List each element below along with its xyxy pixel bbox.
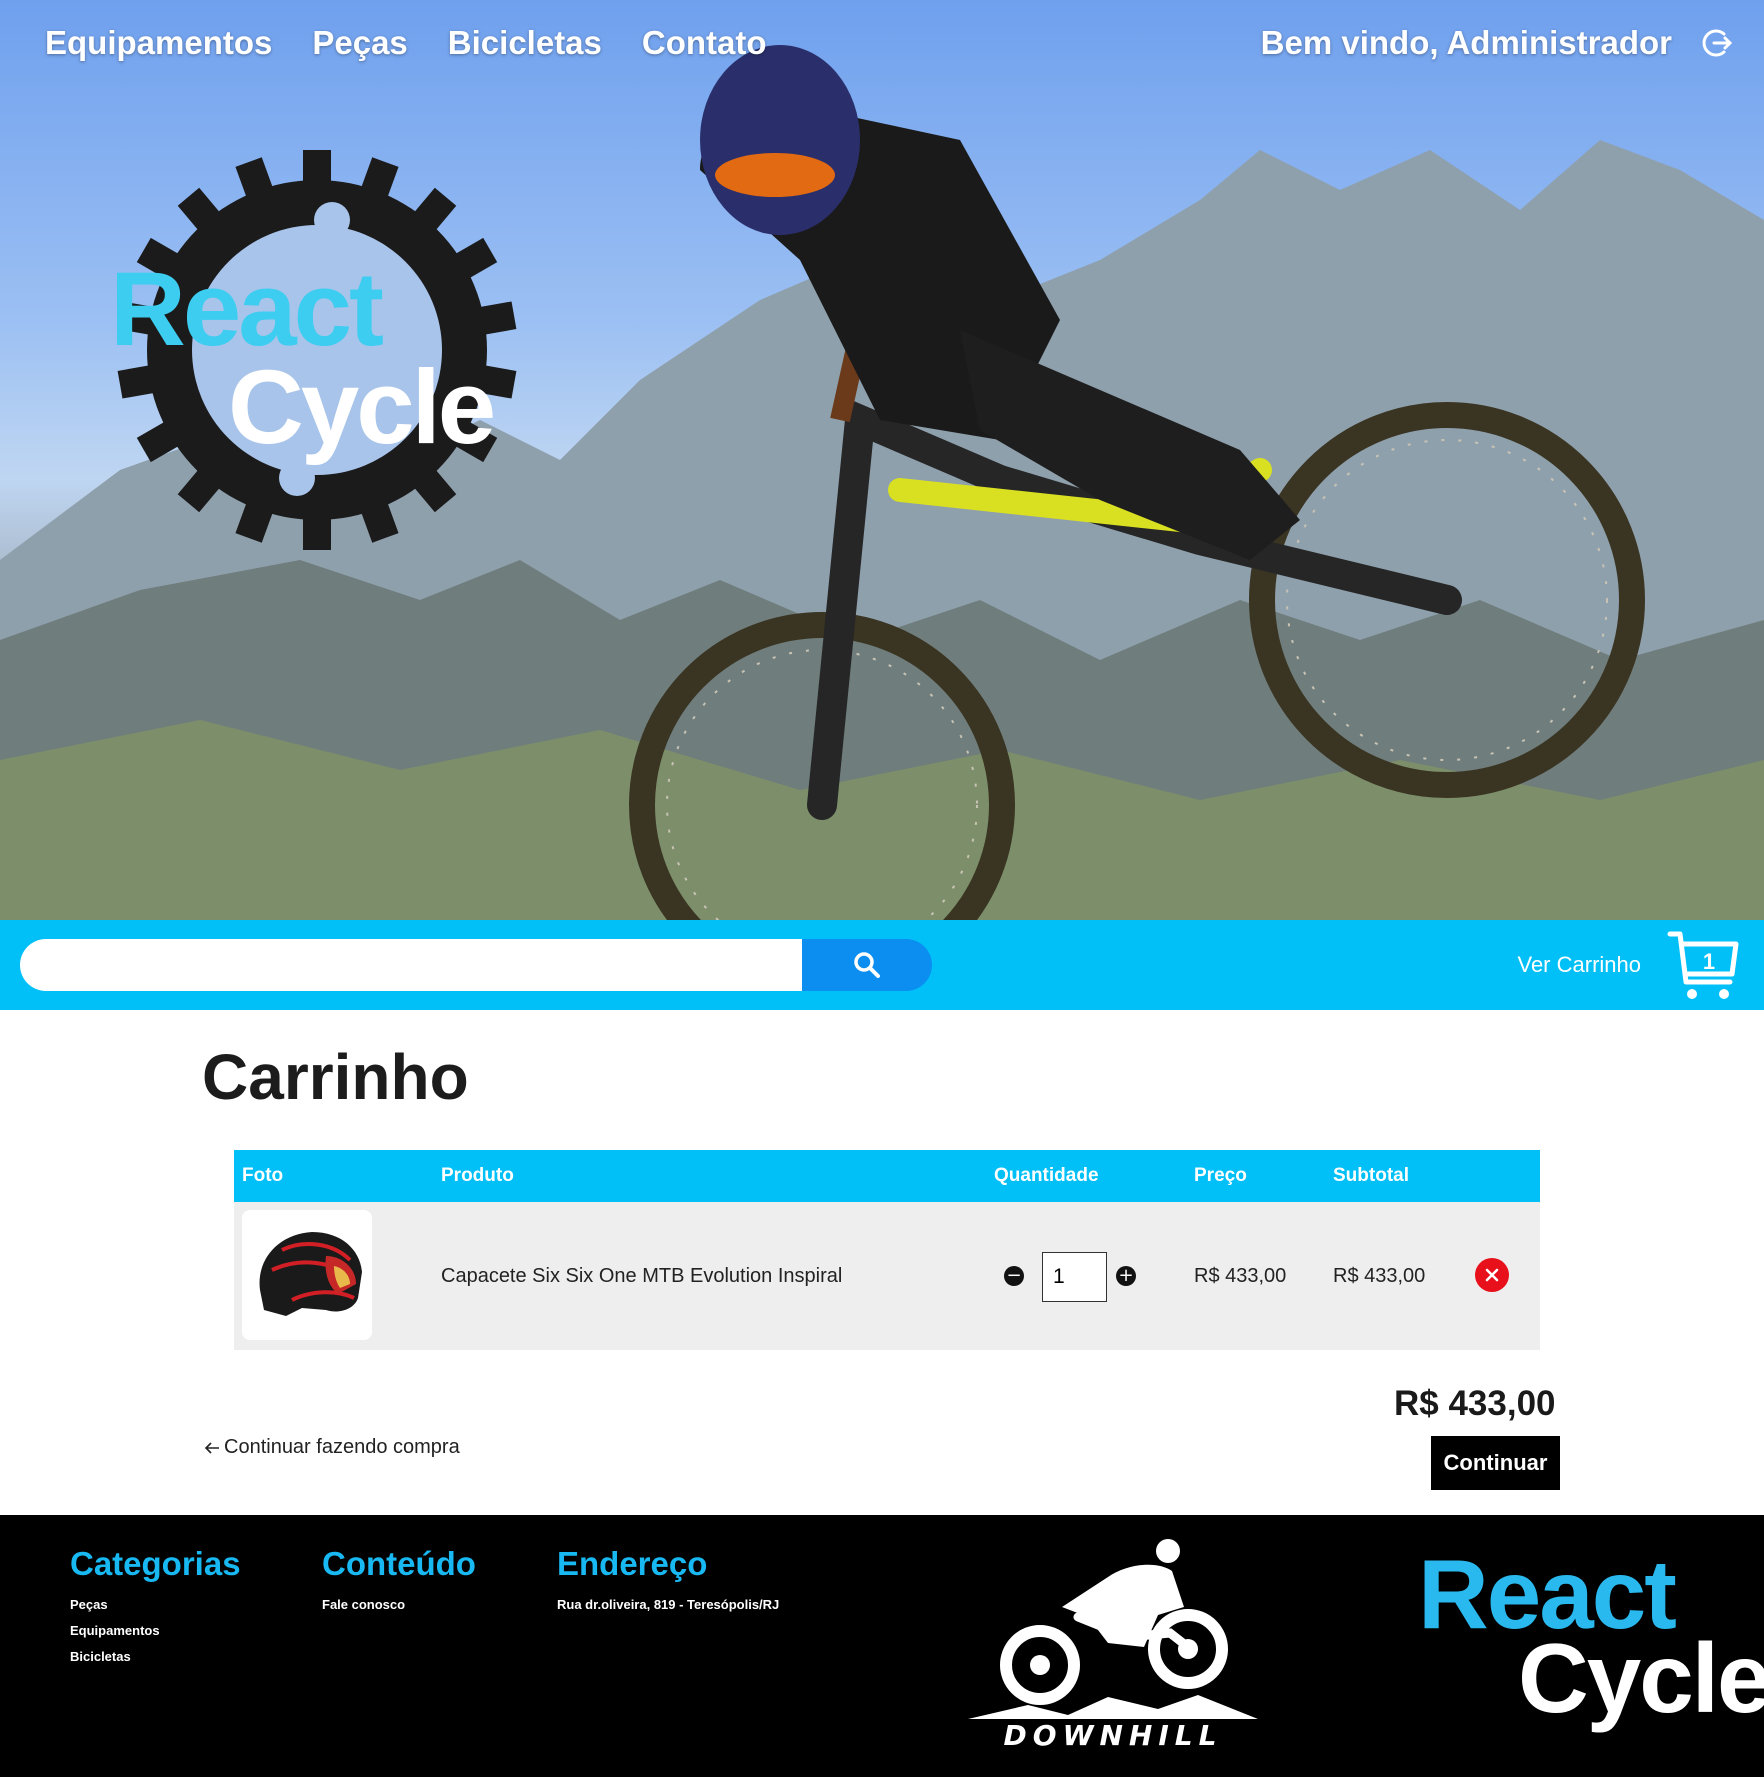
nav-item-contato[interactable]: Contato [642, 24, 767, 62]
continue-shopping-label: Continuar fazendo compra [224, 1436, 460, 1458]
column-header-quantidade: Quantidade [994, 1165, 1099, 1186]
item-price: R$ 433,00 [1194, 1265, 1287, 1287]
table-row: Capacete Six Six One MTB Evolution Inspi… [234, 1202, 1540, 1350]
footer-address: Rua dr.oliveira, 819 - Teresópolis/RJ [557, 1597, 780, 1612]
search-bar: Ver Carrinho 1 [0, 920, 1764, 1010]
downhill-text: DOWNHILL [1004, 1719, 1223, 1752]
footer-conteudo: Conteúdo Fale conosco [322, 1545, 476, 1623]
footer-link-bicicletas[interactable]: Bicicletas [70, 1649, 241, 1664]
footer-link-pecas[interactable]: Peças [70, 1597, 241, 1612]
arrow-left-icon [204, 1441, 219, 1454]
increase-quantity-button[interactable]: + [1116, 1266, 1136, 1286]
decrease-quantity-button[interactable]: − [1004, 1266, 1024, 1286]
search-button[interactable] [802, 939, 932, 991]
footer-link-fale-conosco[interactable]: Fale conosco [322, 1597, 476, 1612]
page-title: Carrinho [202, 1041, 469, 1113]
footer-brand-logo: React Cycle [1418, 1545, 1764, 1727]
nav-item-pecas[interactable]: Peças [312, 24, 407, 62]
footer-heading-categorias: Categorias [70, 1545, 241, 1582]
helmet-image [259, 1232, 362, 1316]
close-icon [1485, 1268, 1499, 1282]
continue-button[interactable]: Continuar [1431, 1436, 1560, 1490]
search-input[interactable] [20, 939, 802, 991]
remove-item-button[interactable] [1475, 1258, 1509, 1292]
footer-heading-endereco: Endereço [557, 1545, 708, 1582]
continue-shopping-link[interactable]: Continuar fazendo compra [204, 1436, 460, 1459]
column-header-preco: Preço [1194, 1165, 1247, 1186]
hero-banner: React Cycle Equipamentos Peças Bicicleta… [0, 0, 1764, 920]
column-header-subtotal: Subtotal [1333, 1165, 1409, 1186]
hero-image: React Cycle [0, 45, 1764, 920]
cart-table: Foto Produto Quantidade Preço Subtotal C… [234, 1150, 1540, 1350]
top-navigation: Equipamentos Peças Bicicletas Contato [45, 24, 767, 62]
footer-link-equipamentos[interactable]: Equipamentos [70, 1623, 241, 1638]
table-header: Foto Produto Quantidade Preço Subtotal [234, 1150, 1540, 1202]
view-cart-link[interactable]: Ver Carrinho [1517, 952, 1641, 978]
footer-heading-conteudo: Conteúdo [322, 1545, 476, 1582]
product-thumbnail[interactable] [242, 1210, 372, 1340]
footer-categorias: Categorias Peças Equipamentos Bicicletas [70, 1545, 241, 1675]
product-name: Capacete Six Six One MTB Evolution Inspi… [441, 1265, 843, 1287]
cart-total: R$ 433,00 [1394, 1384, 1556, 1423]
hero-logo-cycle: Cycle [228, 349, 493, 466]
logout-icon[interactable] [1700, 26, 1734, 60]
footer-endereco: Endereço Rua dr.oliveira, 819 - Teresópo… [557, 1545, 779, 1623]
nav-item-bicicletas[interactable]: Bicicletas [448, 24, 602, 62]
item-subtotal: R$ 433,00 [1333, 1265, 1426, 1287]
nav-item-equipamentos[interactable]: Equipamentos [45, 24, 272, 62]
cart-icon[interactable]: 1 [1666, 930, 1740, 1002]
quantity-input[interactable] [1042, 1252, 1107, 1302]
footer: Categorias Peças Equipamentos Bicicletas… [0, 1515, 1764, 1777]
search-icon [854, 952, 880, 978]
column-header-produto: Produto [441, 1165, 514, 1186]
column-header-foto: Foto [242, 1165, 284, 1186]
footer-logo-cycle: Cycle [1518, 1623, 1764, 1733]
welcome-message: Bem vindo, Administrador [1260, 24, 1672, 61]
downhill-logo-icon: DOWNHILL [968, 1539, 1258, 1752]
cart-count-badge: 1 [1703, 949, 1715, 974]
